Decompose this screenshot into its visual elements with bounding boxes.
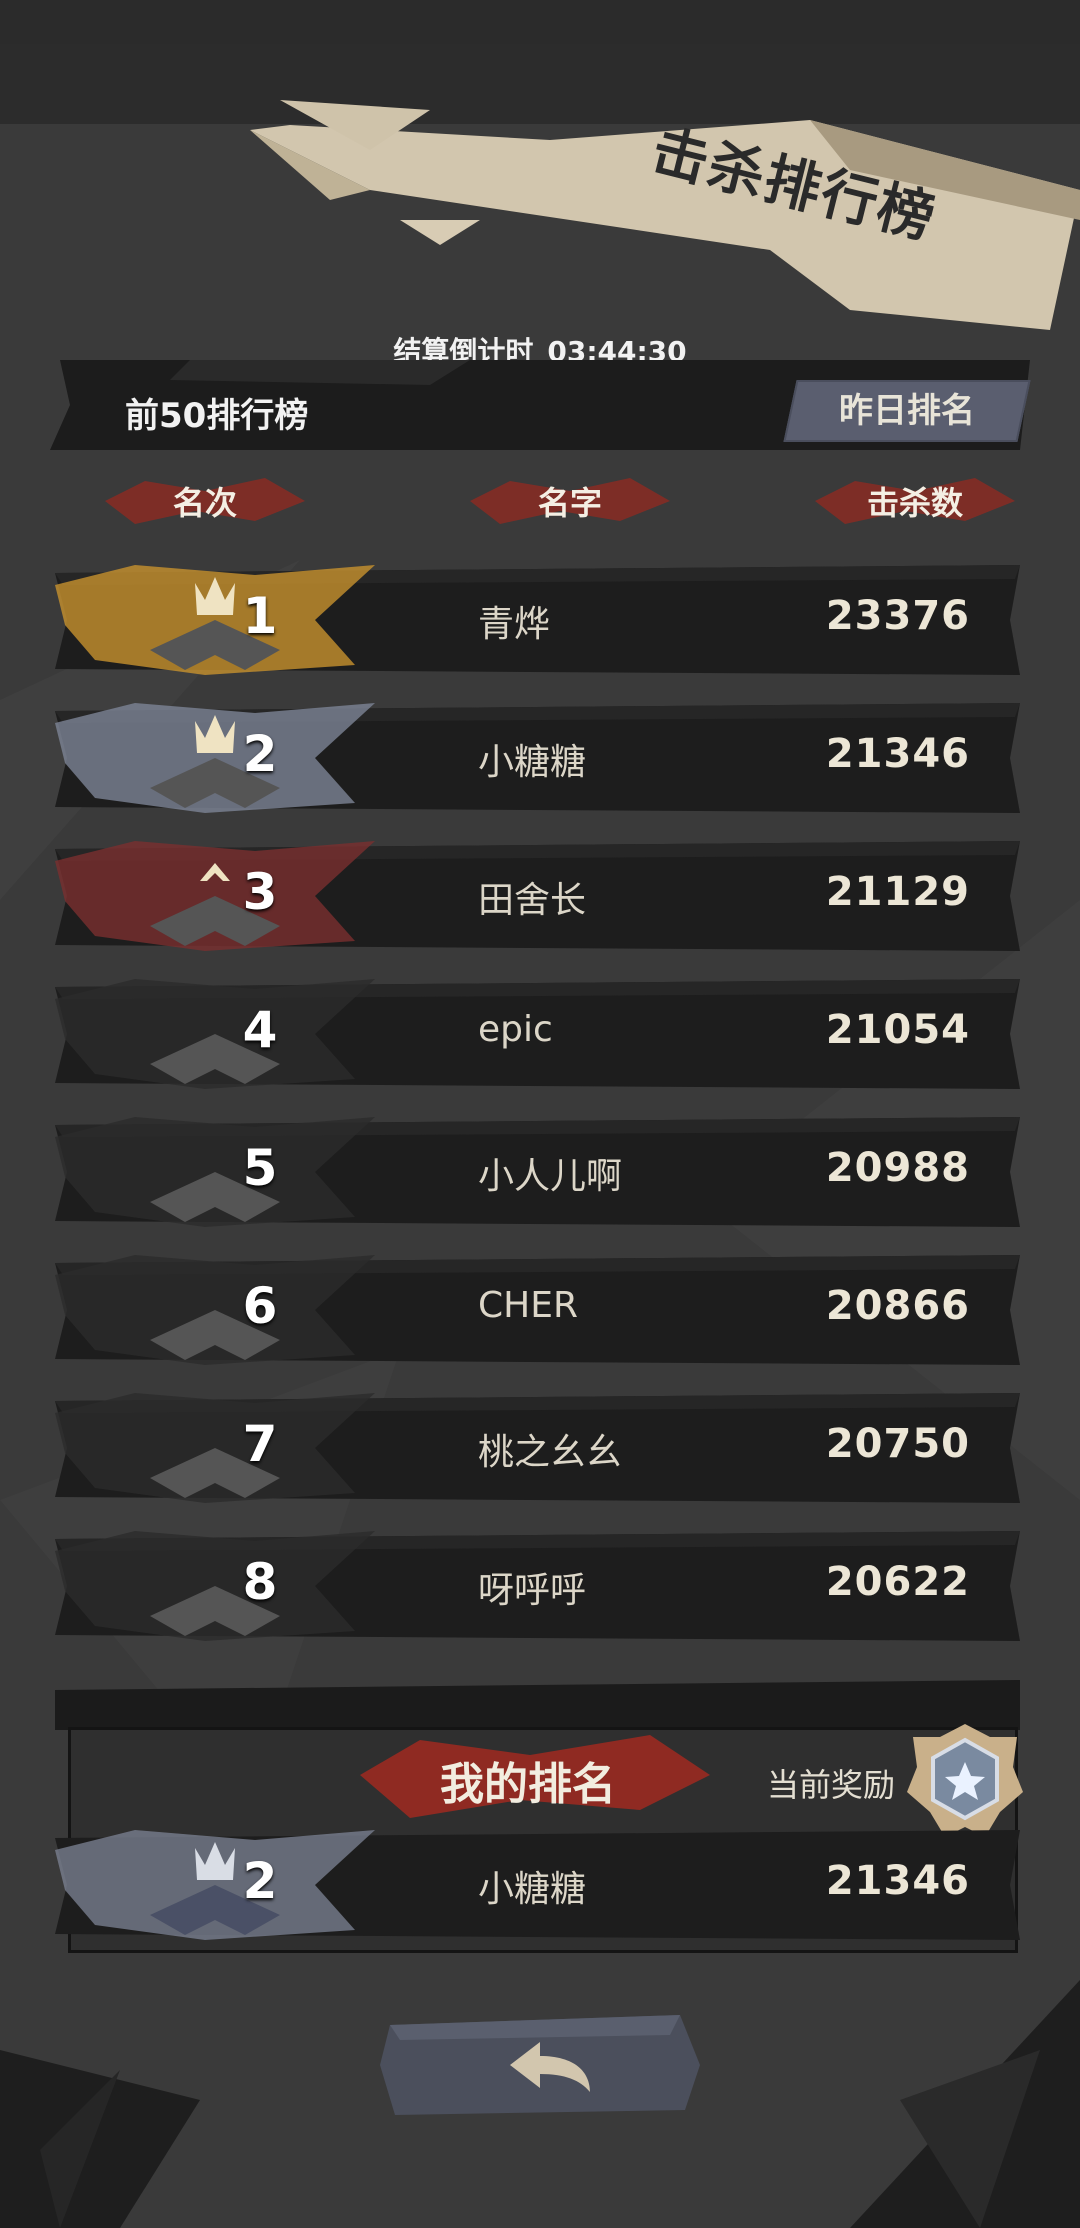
- kill-count: 21129: [825, 869, 970, 915]
- kill-count: 20622: [825, 1559, 970, 1605]
- top50-label: 前50排行榜: [125, 396, 309, 436]
- kill-count: 20866: [825, 1283, 970, 1329]
- kill-count: 20988: [825, 1145, 970, 1191]
- list-item[interactable]: 7 桃之幺幺 20750: [55, 1393, 1020, 1503]
- rank-number: 6: [242, 1277, 278, 1335]
- list-item[interactable]: 6 CHER 20866: [55, 1255, 1020, 1365]
- rank-number: 7: [242, 1415, 278, 1473]
- rank-number: 2: [242, 1852, 278, 1910]
- list-item[interactable]: 4 epic 21054: [55, 979, 1020, 1089]
- player-name: 桃之幺幺: [478, 1432, 623, 1473]
- player-name: 青烨: [478, 604, 551, 645]
- column-kills-label: 击杀数: [866, 484, 963, 522]
- list-item[interactable]: 5 小人儿啊 20988: [55, 1117, 1020, 1227]
- player-name: 小人儿啊: [478, 1156, 623, 1197]
- kill-count: 20750: [825, 1421, 970, 1467]
- list-item-partial: [55, 1680, 1020, 1730]
- reward-medal-icon[interactable]: [905, 1722, 1025, 1842]
- yesterday-rank-button[interactable]: 昨日排名: [783, 380, 1031, 442]
- list-item[interactable]: 8 呀呼呼 20622: [55, 1531, 1020, 1641]
- current-reward-label: 当前奖励: [767, 1766, 896, 1804]
- my-rank-row: 2 小糖糖 21346: [55, 1830, 1020, 1940]
- my-rank-title: 我的排名: [440, 1759, 616, 1810]
- player-name: epic: [478, 1009, 553, 1050]
- column-header-name: 名字: [470, 478, 670, 524]
- list-item[interactable]: 2 小糖糖 21346: [55, 703, 1020, 813]
- column-rank-label: 名次: [172, 484, 237, 522]
- player-name: 小糖糖: [478, 1869, 587, 1910]
- list-item[interactable]: 3 田舍长 21129: [55, 841, 1020, 951]
- list-item[interactable]: 1 青烨 23376: [55, 565, 1020, 675]
- yesterday-rank-label: 昨日排名: [839, 391, 975, 431]
- rank-number: 1: [242, 587, 278, 645]
- kill-count: 21346: [825, 1858, 970, 1904]
- player-name: 呀呼呼: [478, 1570, 587, 1611]
- kill-count: 21054: [825, 1007, 970, 1053]
- player-name: 田舍长: [478, 880, 587, 921]
- back-button[interactable]: [380, 2010, 700, 2120]
- kill-count: 21346: [825, 731, 970, 777]
- rank-number: 5: [242, 1139, 278, 1197]
- kill-count: 23376: [825, 593, 970, 639]
- rank-number: 2: [242, 725, 278, 783]
- rank-number: 8: [242, 1553, 278, 1611]
- player-name: CHER: [478, 1285, 578, 1326]
- rank-number: 4: [242, 1001, 278, 1059]
- rank-number: 3: [242, 863, 278, 921]
- column-header-rank: 名次: [105, 478, 305, 524]
- column-name-label: 名字: [537, 484, 602, 522]
- player-name: 小糖糖: [478, 742, 587, 783]
- column-header-kills: 击杀数: [815, 478, 1015, 524]
